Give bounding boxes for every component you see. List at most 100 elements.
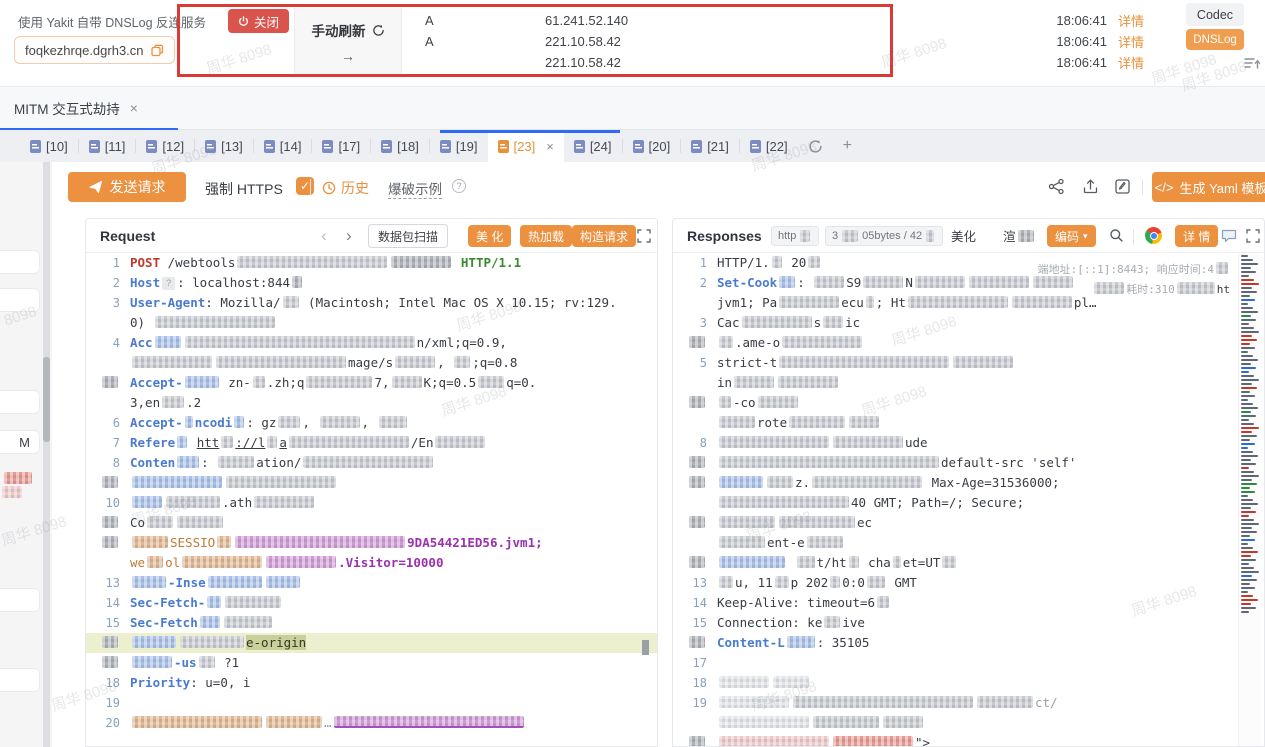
code-minimap[interactable] [1238,253,1262,746]
redacted-block [1018,230,1034,242]
fuzzer-tab-24[interactable]: [24] [564,130,622,162]
dns-record-detail-link[interactable]: 详情 [1118,53,1144,72]
code-text: ec [857,515,872,530]
redacted-block [102,476,118,488]
next-page-icon[interactable]: › [346,226,352,246]
arrow-right-icon[interactable]: → [295,48,401,64]
fuzzer-tab-label: [13] [221,139,243,154]
overview-ruler-marker[interactable] [642,640,649,655]
fuzzer-tab-13[interactable]: [13] [195,130,253,162]
fuzzer-tab-18[interactable]: [18] [371,130,429,162]
tab-close-icon[interactable]: × [546,139,554,154]
code-text: Sec-Fetch- [130,595,205,610]
generate-yaml-button[interactable]: </> 生成 Yaml 模板 [1152,172,1265,202]
redacted-block [775,576,789,588]
left-scrollbar-track[interactable] [43,162,50,747]
chrome-icon[interactable] [1145,227,1162,244]
render-link[interactable]: 渲 [1003,226,1036,245]
code-line: -co [673,393,1240,413]
fuzzer-tab-17[interactable]: [17] [312,130,370,162]
rail-item[interactable] [0,250,40,274]
tab-mitm-hijack[interactable]: MITM 交互式劫持 × [0,87,178,130]
redacted-block [283,296,299,308]
send-request-button[interactable]: 发送请求 [68,172,186,202]
dnslog-close-label: 关闭 [254,12,279,31]
code-text: strict-t [717,355,777,370]
code-line: default-src 'self' [673,453,1240,473]
hotload-button[interactable]: 热加载 [520,225,572,247]
history-button[interactable]: 历史 [322,178,369,198]
fuzzer-tab-21[interactable]: [21] [681,130,739,162]
line-number: 10 [86,493,120,513]
fuzzer-tab-23[interactable]: [23]× [488,130,564,162]
dnslog-close-button[interactable]: 关闭 [228,9,289,33]
redacted-block [808,256,820,268]
add-tab-icon[interactable]: + [833,137,862,155]
code-text: 40 GMT; Path=/; Secure; [851,495,1024,510]
redacted-block [689,336,705,348]
share-icon[interactable] [1044,174,1068,198]
left-scrollbar-thumb[interactable] [43,357,50,442]
comment-icon[interactable] [1221,228,1237,243]
fuzzer-tab-14[interactable]: [14] [254,130,312,162]
dnslog-domain-pill[interactable]: foqkezhrqe.dgrh3.cn [14,36,175,64]
rail-item[interactable] [0,588,40,612]
fuzzer-tab-19[interactable]: [19] [430,130,488,162]
divider [1133,229,1134,245]
response-editor[interactable]: 1HTTP/1. 202Set-Cook: S9Njvm1; Paecu; Ht… [673,253,1240,746]
dns-record-detail-link[interactable]: 详情 [1118,11,1144,30]
tab-close-icon[interactable]: × [130,100,138,116]
question-circle-icon[interactable]: ? [452,179,466,193]
dnslog-service-label: 使用 Yakit 自带 DNSLog 反连服务 [18,12,206,31]
blast-example-link[interactable]: 爆破示例 [388,178,442,199]
fuzzer-tab-10[interactable]: [10] [20,130,78,162]
code-text: 20 [784,255,807,270]
redacted-block [849,416,879,428]
refresh-tabs-icon[interactable] [798,139,833,154]
export-icon[interactable] [1078,174,1102,198]
rail-item-m[interactable]: M [0,430,40,454]
edit-icon[interactable] [1110,174,1134,198]
redacted-block [689,456,705,468]
fuzzer-tab-22[interactable]: [22] [740,130,798,162]
fuzzer-tab-12[interactable]: [12] [136,130,194,162]
prev-page-icon[interactable]: ‹ [321,226,327,246]
redacted-block [177,516,223,528]
dnslog-button[interactable]: DNSLog [1186,29,1244,50]
fuzzer-tab-11[interactable]: [11] [79,130,136,162]
rail-item[interactable] [0,288,40,312]
history-label: 历史 [341,178,369,198]
line-number: 2 [673,273,707,293]
beautify-link[interactable]: 美化 [951,226,976,245]
code-text: : 35105 [817,635,870,650]
code-text: 3,en [130,395,160,410]
dns-record-detail-link[interactable]: 详情 [1118,32,1144,51]
fuzzer-tab-20[interactable]: [20] [623,130,681,162]
packet-scan-button[interactable]: 数据包扫描 [368,224,448,248]
code-line: t/ht chaet=UT [673,553,1240,573]
rail-item[interactable] [0,668,40,692]
redacted-block [867,576,885,588]
expand-icon[interactable] [1246,229,1260,243]
codec-button[interactable]: Codec [1186,3,1244,26]
encode-dropdown[interactable]: 编码 ▾ [1047,225,1096,247]
code-text: ncodi [195,415,233,430]
collapse-lines-icon[interactable] [1244,56,1261,71]
detail-button[interactable]: 详 情 [1175,225,1218,247]
search-icon[interactable] [1109,228,1124,243]
construct-request-button[interactable]: 构造请求 [572,225,636,247]
beautify-button[interactable]: 美 化 [468,225,511,247]
dns-record-ip: 61.241.52.140 [545,13,628,28]
manual-refresh-button[interactable]: 手动刷新 [295,20,401,40]
line-number: 13 [673,573,707,593]
redacted-block [185,416,193,428]
redacted-block [908,296,1008,308]
line-number: 3 [673,313,707,333]
request-editor[interactable]: 1POST /webtools HTTP/1.12Host?: localhos… [86,253,657,746]
force-https-checkbox[interactable]: ✓ [296,177,314,195]
rail-item[interactable] [0,390,40,414]
tabbar-scroll-indicator[interactable] [440,130,620,133]
line-number [86,373,120,393]
expand-icon[interactable] [637,229,651,243]
copy-icon[interactable] [151,44,164,57]
